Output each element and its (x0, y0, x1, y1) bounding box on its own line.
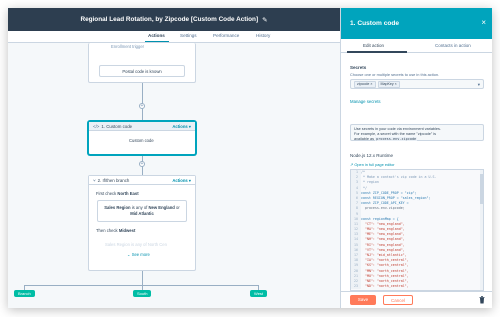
branch-connector (24, 285, 258, 286)
first-check-label: First check (96, 191, 117, 196)
see-more-text: See more (131, 252, 150, 257)
branch-criteria-box[interactable]: Sales Region is any of New England or Mi… (97, 200, 187, 222)
secret-chip[interactable]: MapKey × (377, 80, 400, 88)
connector-line (142, 271, 143, 285)
workflow-title[interactable]: Regional Lead Rotation, by Zipcode [Cust… (80, 16, 258, 23)
code-line: 23 "ND": "north_central", (351, 284, 483, 290)
panel-tabs: Edit action Contacts in action (341, 39, 492, 53)
then-check-line: Then check Midwest (96, 228, 135, 233)
criteria-operator: is any of (131, 205, 148, 210)
active-panel-tab-underline (347, 51, 407, 53)
first-check-line: First check North East (96, 191, 139, 196)
code-text: "ND": "north_central", (361, 284, 409, 289)
code-text: process.env.zipcode; (361, 206, 405, 211)
tab-performance[interactable]: Performance (213, 33, 239, 38)
custom-code-card[interactable]: </> 1. Custom code Actions ▾ Custom code (88, 121, 196, 155)
branch-pill-3[interactable]: West (250, 290, 268, 297)
tab-settings[interactable]: Settings (180, 33, 197, 38)
custom-code-side-panel: 1. Custom code × Edit action Contacts in… (340, 8, 492, 308)
custom-code-card-header: </> 1. Custom code Actions ▾ (89, 122, 195, 131)
secrets-help-text: Choose one or multiple secrets to use in… (350, 72, 440, 77)
edit-pencil-icon[interactable]: ✎ (262, 16, 267, 24)
tab-contacts-in-action[interactable]: Contacts in action (435, 43, 471, 48)
info-line-3: available as process.env.zipcode (354, 136, 480, 142)
custom-code-card-title: 1. Custom code (101, 123, 133, 129)
faded-criteria: Sales Region is any of North Cen (105, 242, 167, 247)
branch-card-header: ⑂ 2. If/then branch Actions ▾ (89, 176, 195, 185)
plus-glyph: + (140, 103, 144, 109)
custom-code-card-body: Custom code (129, 138, 154, 143)
line-number: 23 (351, 284, 361, 290)
criteria-line-2: Mid Atlantic (130, 211, 154, 217)
add-action-plus-icon[interactable]: + (139, 103, 145, 109)
tab-actions[interactable]: Actions (148, 33, 165, 38)
secret-chip-label: zipcode (357, 81, 370, 86)
code-editor[interactable]: 1/* 2 * Make a contact's zip code in a U.… (350, 169, 484, 291)
if-then-branch-card[interactable]: ⑂ 2. If/then branch Actions ▾ First chec… (88, 175, 196, 271)
panel-header: 1. Custom code × (341, 8, 492, 39)
open-full-editor-text: Open in full page editor (354, 162, 395, 167)
chevron-down-icon[interactable]: ▾ (478, 82, 480, 88)
then-check-label: Then check (96, 228, 118, 233)
connector-line (142, 83, 143, 121)
secrets-label: Secrets (350, 65, 367, 70)
trigger-criteria[interactable]: Postal code is known (99, 65, 185, 77)
enrollment-trigger-card[interactable]: Enrollment trigger Postal code is known (88, 43, 196, 83)
criteria-value-2: Mid Atlantic (130, 211, 154, 216)
trash-icon[interactable] (479, 296, 485, 304)
info-line-3-text: available as (354, 136, 375, 141)
branch-actions-menu[interactable]: Actions ▾ (172, 178, 191, 183)
criteria-property: Sales Region (104, 205, 131, 210)
branch-pill-2[interactable]: South (133, 290, 152, 297)
code-icon: </> (93, 123, 100, 129)
code-scrollbar-thumb[interactable] (480, 174, 483, 204)
open-full-editor-link[interactable]: ↗ Open in full page editor (350, 162, 395, 167)
workflow-header: Regional Lead Rotation, by Zipcode [Cust… (8, 8, 340, 31)
cancel-button[interactable]: Cancel (383, 295, 413, 305)
see-more-link[interactable]: ⌄ See more (127, 252, 150, 257)
runtime-label: Node.js 12.x Runtime (350, 153, 394, 158)
panel-title: 1. Custom code (350, 20, 400, 27)
actions-label: Actions (172, 123, 188, 129)
panel-footer: Save Cancel (341, 291, 492, 308)
trigger-criteria-text: Postal code is known (122, 68, 162, 74)
close-icon[interactable]: × (481, 18, 486, 27)
info-code-snippet: process.env.zipcode (375, 136, 418, 141)
secret-chip[interactable]: zipcode × (354, 80, 376, 88)
add-action-plus-icon[interactable]: + (139, 161, 145, 167)
then-check-region: Midwest (118, 228, 136, 233)
workflow-tabs: Actions Settings Performance History (8, 31, 340, 43)
workflow-editor: Regional Lead Rotation, by Zipcode [Cust… (8, 8, 340, 308)
secret-chip-label: MapKey (380, 81, 394, 86)
criteria-or: or (175, 205, 180, 210)
criteria-value-1: New England (148, 205, 175, 210)
tab-history[interactable]: History (256, 33, 270, 38)
plus-glyph: + (140, 161, 144, 167)
custom-code-actions-menu[interactable]: Actions ▾ (172, 124, 191, 129)
active-tab-underline (145, 41, 169, 42)
save-button[interactable]: Save (350, 295, 376, 305)
branch-card-title: 2. If/then branch (97, 177, 130, 183)
tab-edit-action[interactable]: Edit action (363, 43, 384, 48)
secrets-select[interactable]: zipcode × MapKey × ▾ (350, 79, 484, 89)
branch-icon: ⑂ (93, 177, 96, 183)
trigger-header: Enrollment trigger (111, 44, 145, 49)
branch-pill-1[interactable]: Branch (14, 290, 35, 297)
actions-label: Actions (172, 177, 188, 183)
secrets-info-box: Use secrets in your code via environment… (350, 124, 484, 141)
first-check-region: North East (117, 191, 139, 196)
manage-secrets-link[interactable]: Manage secrets (350, 99, 381, 104)
workflow-canvas[interactable]: Enrollment trigger Postal code is known … (8, 43, 340, 308)
app-window: Regional Lead Rotation, by Zipcode [Cust… (8, 8, 492, 308)
